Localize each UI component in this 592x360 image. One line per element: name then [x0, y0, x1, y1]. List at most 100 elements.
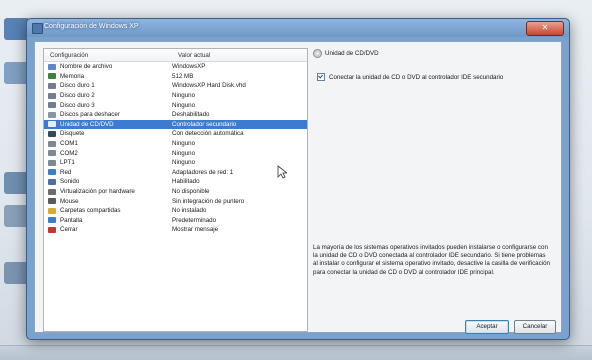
- list-item-name: Disco duro 2: [60, 92, 95, 100]
- list-item-setting: Disco duro 2: [44, 92, 166, 99]
- undo-disk-icon: [48, 111, 56, 118]
- list-item[interactable]: Disco duro 3 Ninguno: [44, 100, 307, 110]
- file-icon: [48, 63, 56, 70]
- list-item-value: No disponible: [172, 188, 210, 196]
- chip-icon: [48, 188, 56, 195]
- display-icon: [48, 217, 56, 224]
- list-item-name: Memoria: [60, 72, 85, 80]
- list-item-name: Disquete: [60, 130, 85, 138]
- cd-icon: [48, 121, 56, 128]
- list-item-setting: COM1: [44, 140, 166, 147]
- com-port-icon: [48, 150, 56, 157]
- list-item[interactable]: Disquete Con detección automática: [44, 129, 307, 139]
- list-item-name: Carpetas compartidas: [60, 207, 121, 215]
- connect-secondary-label: Conectar la unidad de CD o DVD al contro…: [329, 73, 504, 81]
- list-item-value: WindowsXP Hard Disk.vhd: [172, 82, 246, 90]
- memory-icon: [48, 73, 56, 80]
- folder-icon: [48, 207, 56, 214]
- close-button[interactable]: ✕: [526, 21, 564, 36]
- list-item-value: Sin integración de puntero: [172, 197, 245, 205]
- list-item-value: 512 MB: [172, 72, 194, 80]
- list-item[interactable]: Virtualización por hardware No disponible: [44, 187, 307, 197]
- settings-rows: Nombre de archivo WindowsXP Memoria 512 MB D…: [44, 62, 307, 235]
- list-item[interactable]: Discos para deshacer Deshabilitado: [44, 110, 307, 120]
- column-header-setting[interactable]: Configuración: [44, 49, 172, 61]
- list-item-name: Virtualización por hardware: [60, 188, 135, 196]
- list-item-name: Red: [60, 168, 72, 176]
- list-item-setting: COM2: [44, 150, 166, 157]
- list-item[interactable]: Disco duro 2 Ninguno: [44, 91, 307, 101]
- list-item-name: Sonido: [60, 178, 80, 186]
- list-item-setting: Sonido: [44, 178, 166, 185]
- list-item-value: Deshabilitado: [172, 111, 210, 119]
- list-item-setting: Unidad de CD/DVD: [44, 121, 166, 128]
- list-item-setting: Disquete: [44, 130, 166, 137]
- list-item-setting: Memoria: [44, 73, 166, 80]
- list-item-value: WindowsXP: [172, 63, 206, 71]
- list-item[interactable]: Mouse Sin integración de puntero: [44, 196, 307, 206]
- list-item[interactable]: Unidad de CD/DVD Controlador secundario: [44, 119, 307, 130]
- com-port-icon: [48, 140, 56, 147]
- list-item-setting: Mouse: [44, 198, 166, 205]
- list-item-name: Discos para deshacer: [60, 111, 120, 119]
- window-title: Configuración de Windows XP: [44, 23, 139, 30]
- list-item-setting: Nombre de archivo: [44, 63, 166, 70]
- connect-secondary-checkbox-row[interactable]: Conectar la unidad de CD o DVD al contro…: [317, 73, 553, 81]
- list-item-value: Ninguno: [172, 149, 196, 157]
- group-title-label: Unidad de CD/DVD: [325, 50, 379, 57]
- close-icon: ✕: [541, 23, 549, 32]
- title-bar[interactable]: Configuración de Windows XP ✕: [27, 19, 569, 37]
- list-item-value: Con detección automática: [172, 130, 244, 138]
- list-item[interactable]: Disco duro 1 WindowsXP Hard Disk.vhd: [44, 81, 307, 91]
- list-item-value: Ninguno: [172, 140, 196, 148]
- list-item[interactable]: Sonido Habilitado: [44, 177, 307, 187]
- sound-icon: [48, 178, 56, 185]
- close-app-icon: [48, 226, 56, 233]
- list-item-setting: Virtualización por hardware: [44, 188, 166, 195]
- list-item-setting: Disco duro 3: [44, 102, 166, 109]
- list-item-value: Ninguno: [172, 101, 196, 109]
- settings-list[interactable]: Configuración Valor actual Nombre de arc…: [43, 48, 308, 332]
- list-item-value: Mostrar mensaje: [172, 226, 219, 234]
- dialog-body: Configuración Valor actual Nombre de arc…: [34, 41, 562, 334]
- list-item[interactable]: COM1 Ninguno: [44, 139, 307, 149]
- list-item[interactable]: Cerrar Mostrar mensaje: [44, 225, 307, 235]
- list-item-setting: Cerrar: [44, 226, 166, 233]
- group-title: Unidad de CD/DVD: [313, 48, 553, 59]
- hard-disk-icon: [48, 82, 56, 89]
- list-item-setting: Discos para deshacer: [44, 111, 166, 118]
- list-item-name: Pantalla: [60, 216, 83, 224]
- list-item-name: Nombre de archivo: [60, 63, 113, 71]
- list-item[interactable]: Red Adaptadores de red: 1: [44, 168, 307, 178]
- list-item-name: Cerrar: [60, 226, 78, 234]
- list-item[interactable]: Carpetas compartidas No instalado: [44, 206, 307, 216]
- list-item-name: LPT1: [60, 159, 75, 167]
- cd-icon: [313, 49, 322, 58]
- list-item-name: COM2: [60, 149, 78, 157]
- list-item-setting: Carpetas compartidas: [44, 207, 166, 214]
- help-note: La mayoría de los sistemas operativos in…: [313, 244, 550, 276]
- list-item-name: COM1: [60, 140, 78, 148]
- list-item-name: Disco duro 1: [60, 82, 95, 90]
- list-item[interactable]: Memoria 512 MB: [44, 72, 307, 82]
- list-header: Configuración Valor actual: [44, 49, 307, 62]
- mouse-cursor-icon: [277, 165, 287, 179]
- list-item[interactable]: Nombre de archivo WindowsXP: [44, 62, 307, 72]
- list-item-setting: Red: [44, 169, 166, 176]
- cancel-button[interactable]: Cancelar: [514, 320, 556, 334]
- connect-secondary-checkbox[interactable]: [317, 73, 325, 81]
- list-item-value: No instalado: [172, 207, 207, 215]
- list-item-value: Predeterminado: [172, 216, 217, 224]
- floppy-icon: [48, 130, 56, 137]
- hard-disk-icon: [48, 92, 56, 99]
- details-panel: Unidad de CD/DVD Conectar la unidad de C…: [313, 48, 556, 334]
- list-item[interactable]: COM2 Ninguno: [44, 148, 307, 158]
- printer-port-icon: [48, 159, 56, 166]
- app-icon: [32, 23, 43, 34]
- ok-button[interactable]: Aceptar: [465, 320, 509, 334]
- list-item-name: Unidad de CD/DVD: [60, 120, 114, 128]
- list-item-setting: Disco duro 1: [44, 82, 166, 89]
- column-header-value[interactable]: Valor actual: [172, 49, 307, 61]
- list-item[interactable]: LPT1 Ninguno: [44, 158, 307, 168]
- list-item[interactable]: Pantalla Predeterminado: [44, 216, 307, 226]
